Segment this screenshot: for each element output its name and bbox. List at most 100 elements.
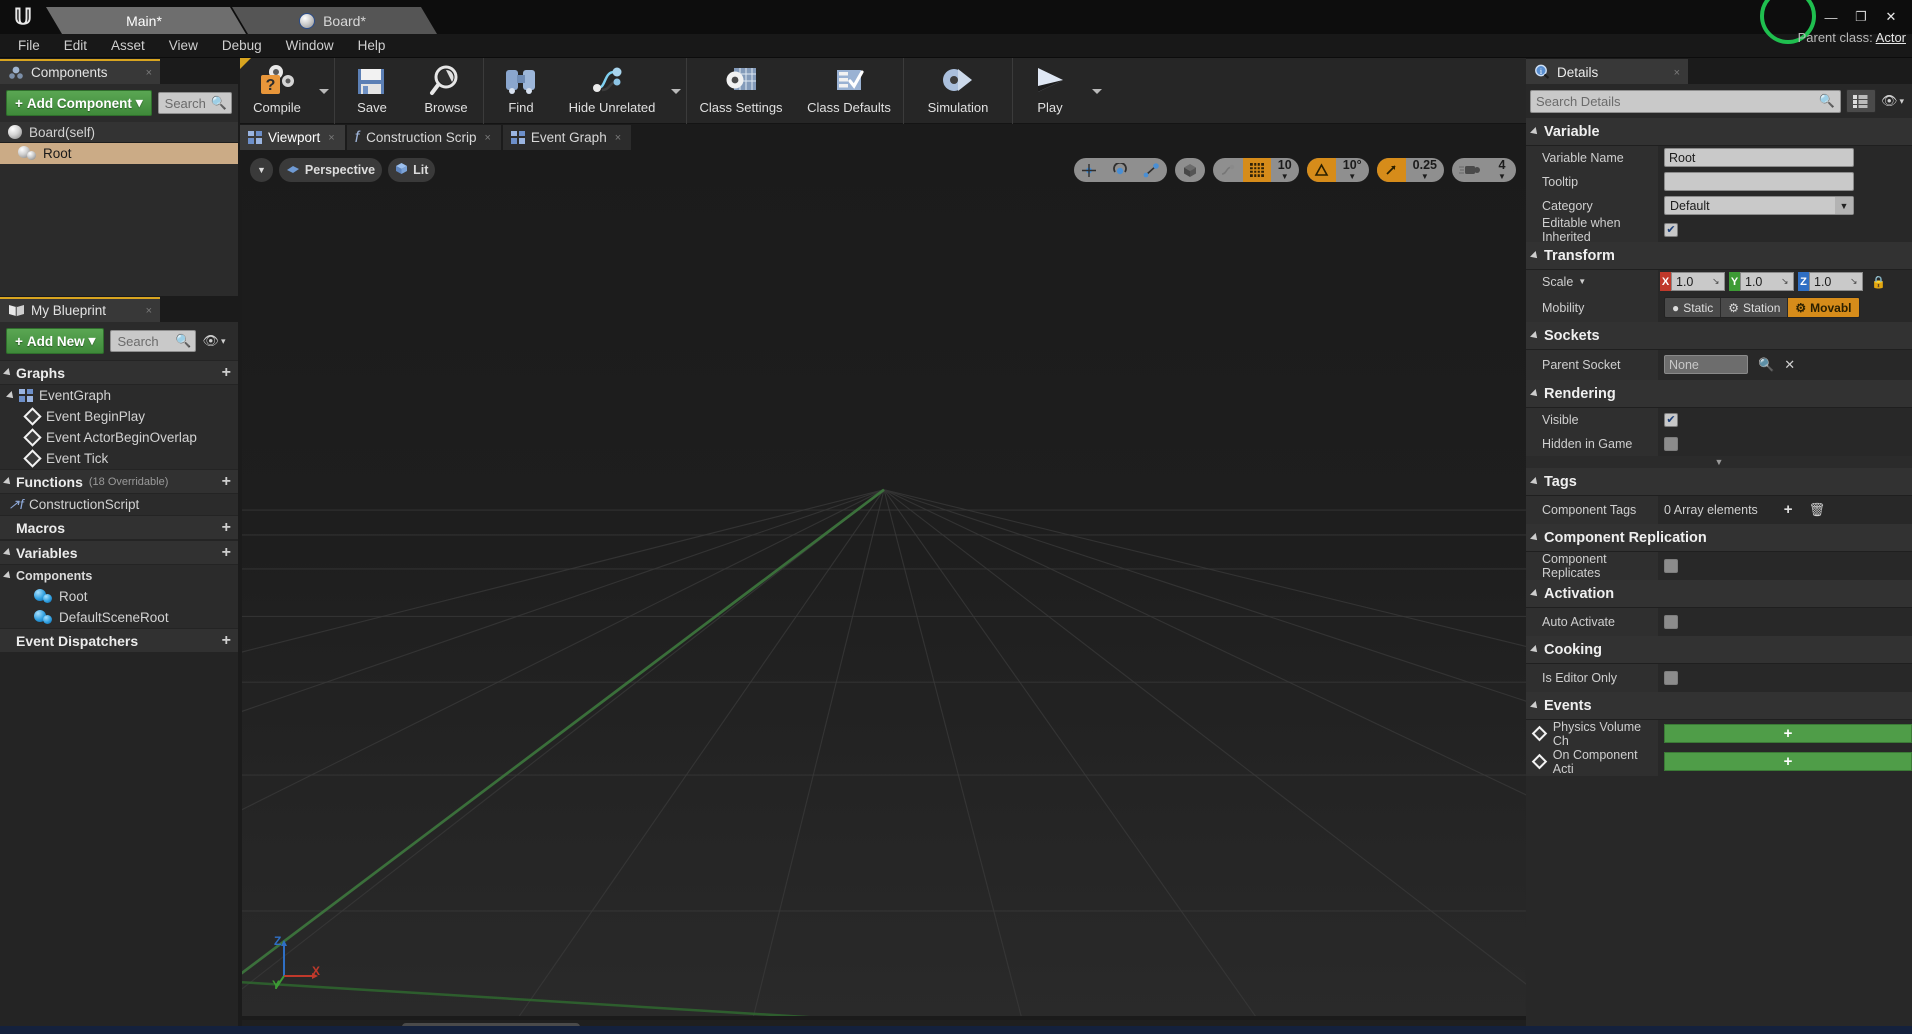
- tab-construction-script[interactable]: f Construction Scrip ×: [347, 125, 501, 150]
- menu-edit[interactable]: Edit: [52, 34, 99, 58]
- browse-button[interactable]: Browse: [409, 58, 483, 124]
- category-select[interactable]: Default ▼: [1664, 196, 1854, 215]
- components-search-input[interactable]: Search 🔍: [158, 92, 232, 114]
- tab-components[interactable]: Components ×: [0, 59, 160, 84]
- reset-icon[interactable]: ↘: [1781, 276, 1793, 287]
- list-item-constructionscript[interactable]: ↗f ConstructionScript: [0, 494, 238, 515]
- window-tab-main[interactable]: Main*: [46, 7, 246, 34]
- scale-z-input[interactable]: 1.0 ↘: [1809, 272, 1863, 291]
- menu-debug[interactable]: Debug: [210, 34, 274, 58]
- section-event-dispatchers[interactable]: Event Dispatchers +: [0, 628, 238, 653]
- viewport-options-menu[interactable]: ▼: [250, 158, 273, 182]
- details-section-variable[interactable]: Variable: [1526, 118, 1912, 146]
- details-section-activation[interactable]: Activation: [1526, 580, 1912, 608]
- grid-snap-value[interactable]: 10 ▼: [1271, 158, 1299, 182]
- magnifier-icon[interactable]: 🔍: [1758, 357, 1774, 373]
- class-defaults-button[interactable]: Class Defaults: [795, 58, 903, 124]
- hide-unrelated-dropdown-arrow[interactable]: [666, 58, 686, 124]
- angle-snap-icon[interactable]: [1307, 158, 1336, 182]
- section-functions[interactable]: Functions (18 Overridable) +: [0, 469, 238, 494]
- close-icon[interactable]: ×: [1674, 67, 1680, 79]
- hidden-in-game-checkbox[interactable]: [1664, 437, 1678, 451]
- details-section-events[interactable]: Events: [1526, 692, 1912, 720]
- maximize-button[interactable]: ❐: [1846, 6, 1876, 28]
- visible-checkbox[interactable]: [1664, 413, 1678, 427]
- x-icon[interactable]: ✕: [1784, 357, 1795, 373]
- scale-snap-icon[interactable]: [1377, 158, 1406, 182]
- variable-name-input[interactable]: Root: [1664, 148, 1854, 167]
- list-item-var-root[interactable]: Root: [0, 586, 238, 607]
- parent-socket-input[interactable]: None: [1664, 355, 1748, 374]
- tree-item-root[interactable]: Root: [0, 143, 238, 164]
- section-graphs[interactable]: Graphs +: [0, 360, 238, 385]
- chevron-down-icon[interactable]: ▼: [1578, 277, 1586, 286]
- lock-icon[interactable]: 🔒: [1871, 275, 1886, 289]
- is-editor-only-checkbox[interactable]: [1664, 671, 1678, 685]
- auto-activate-checkbox[interactable]: [1664, 615, 1678, 629]
- component-replicates-checkbox[interactable]: [1664, 559, 1678, 573]
- scale-x-field[interactable]: X 1.0 ↘: [1660, 272, 1725, 291]
- tab-details[interactable]: i Details ×: [1526, 59, 1688, 84]
- close-icon[interactable]: ×: [484, 132, 490, 144]
- add-component-button[interactable]: + Add Component ▾: [6, 90, 152, 116]
- scale-y-input[interactable]: 1.0 ↘: [1740, 272, 1794, 291]
- details-visibility-toggle[interactable]: 👁 ▾: [1881, 93, 1908, 109]
- details-section-sockets[interactable]: Sockets: [1526, 322, 1912, 350]
- mobility-movable-option[interactable]: ⚙ Movabl: [1788, 297, 1858, 318]
- close-icon[interactable]: ×: [328, 132, 334, 144]
- world-cube-icon[interactable]: [1175, 158, 1205, 182]
- section-macros[interactable]: Macros +: [0, 515, 238, 540]
- menu-help[interactable]: Help: [346, 34, 398, 58]
- menu-file[interactable]: File: [6, 34, 52, 58]
- my-blueprint-search-input[interactable]: Search 🔍: [110, 330, 196, 352]
- details-search-input[interactable]: Search Details 🔍: [1530, 90, 1841, 113]
- tree-item-board-self[interactable]: Board(self): [0, 122, 238, 143]
- close-icon[interactable]: ×: [146, 67, 152, 79]
- add-new-button[interactable]: + Add New ▾: [6, 328, 104, 354]
- subsection-components[interactable]: Components: [0, 565, 238, 586]
- tab-event-graph[interactable]: Event Graph ×: [503, 125, 631, 150]
- save-button[interactable]: Save: [335, 58, 409, 124]
- compile-button[interactable]: ? Compile: [240, 58, 314, 124]
- minimize-button[interactable]: —: [1816, 6, 1846, 28]
- grid-snap-icon[interactable]: [1243, 158, 1271, 182]
- add-physics-volume-changed-event-button[interactable]: +: [1664, 724, 1912, 743]
- details-section-transform[interactable]: Transform: [1526, 242, 1912, 270]
- add-event-dispatcher-button[interactable]: +: [222, 632, 231, 650]
- parent-class-value[interactable]: Actor: [1876, 30, 1906, 45]
- add-array-element-button[interactable]: +: [1784, 501, 1793, 518]
- viewport-canvas[interactable]: ▼ Perspective Li: [242, 150, 1526, 1016]
- add-on-component-activated-event-button[interactable]: +: [1664, 752, 1912, 771]
- details-section-component-replication[interactable]: Component Replication: [1526, 524, 1912, 552]
- menu-window[interactable]: Window: [274, 34, 346, 58]
- camera-speed-value[interactable]: 4 ▼: [1488, 158, 1516, 182]
- list-item-eventgraph[interactable]: EventGraph: [0, 385, 238, 406]
- details-section-rendering[interactable]: Rendering: [1526, 380, 1912, 408]
- scale-snap-value[interactable]: 0.25 ▼: [1406, 158, 1444, 182]
- menu-view[interactable]: View: [157, 34, 210, 58]
- add-macro-button[interactable]: +: [222, 519, 231, 537]
- camera-mode-button[interactable]: Perspective: [279, 158, 382, 182]
- simulation-button[interactable]: Simulation: [904, 58, 1012, 124]
- list-item-var-defaultsceneroot[interactable]: DefaultSceneRoot: [0, 607, 238, 628]
- close-icon[interactable]: ×: [615, 132, 621, 144]
- mobility-stationary-option[interactable]: ⚙ Station: [1721, 297, 1788, 318]
- add-function-button[interactable]: +: [222, 473, 231, 491]
- reset-icon[interactable]: ↘: [1850, 276, 1862, 287]
- list-item-event-tick[interactable]: Event Tick: [0, 448, 238, 469]
- surface-snap-icon[interactable]: [1213, 158, 1243, 182]
- translate-icon[interactable]: [1074, 158, 1105, 182]
- close-button[interactable]: ✕: [1876, 6, 1906, 28]
- visibility-toggle[interactable]: 👁 ▾: [202, 333, 225, 349]
- add-variable-button[interactable]: +: [222, 544, 231, 562]
- add-graph-button[interactable]: +: [222, 364, 231, 382]
- close-icon[interactable]: ×: [146, 305, 152, 317]
- find-button[interactable]: Find: [484, 58, 558, 124]
- rotate-icon[interactable]: [1105, 158, 1136, 182]
- rendering-expand-more[interactable]: ▼: [1526, 456, 1912, 468]
- hide-unrelated-button[interactable]: Hide Unrelated: [558, 58, 666, 124]
- list-item-event-actorbeginoverlap[interactable]: Event ActorBeginOverlap: [0, 427, 238, 448]
- camera-speed-icon[interactable]: [1452, 158, 1488, 182]
- section-variables[interactable]: Variables +: [0, 540, 238, 565]
- scale-z-field[interactable]: Z 1.0 ↘: [1798, 272, 1863, 291]
